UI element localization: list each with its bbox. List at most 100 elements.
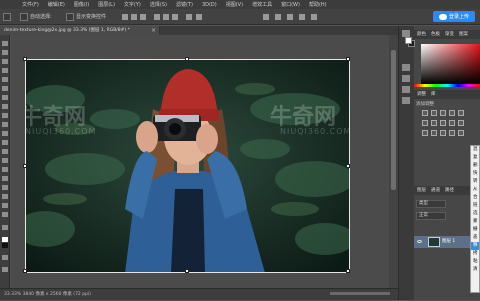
transform-bounding-box[interactable]: [23, 57, 350, 273]
show-transform-checkbox[interactable]: [66, 13, 74, 21]
lasso-tool-icon[interactable]: [2, 59, 8, 64]
menu-layer[interactable]: 图层(L): [98, 1, 115, 8]
menu-file[interactable]: 文件(F): [22, 1, 39, 8]
3d-roll-icon[interactable]: [287, 14, 293, 20]
path-select-tool-icon[interactable]: [2, 185, 8, 190]
menu-edit[interactable]: 编辑(E): [48, 1, 65, 8]
context-menu-item[interactable]: 复: [471, 154, 479, 162]
align-middle-icon[interactable]: [163, 14, 169, 20]
quick-select-tool-icon[interactable]: [2, 68, 8, 73]
3d-mode-icon[interactable]: [263, 14, 269, 20]
context-menu-item[interactable]: 蒙: [471, 218, 479, 226]
layer-name[interactable]: 图层 1: [442, 236, 455, 248]
levels-icon[interactable]: [431, 110, 437, 116]
align-top-icon[interactable]: [154, 14, 160, 20]
healing-tool-icon[interactable]: [2, 95, 8, 100]
curves-icon[interactable]: [440, 110, 446, 116]
tab-patterns[interactable]: 图案: [459, 30, 468, 39]
context-menu-item[interactable]: 选: [471, 210, 479, 218]
background-color-swatch[interactable]: [2, 243, 8, 248]
menu-help[interactable]: 帮助(H): [309, 1, 327, 8]
stamp-tool-icon[interactable]: [2, 113, 8, 118]
invert-icon[interactable]: [422, 130, 428, 136]
3d-pan-icon[interactable]: [299, 14, 305, 20]
transform-handle-top-right[interactable]: [346, 57, 350, 61]
foreground-color-swatch[interactable]: [2, 237, 8, 242]
tab-channels[interactable]: 通道: [431, 186, 440, 195]
properties-icon[interactable]: [402, 64, 410, 71]
eraser-tool-icon[interactable]: [2, 131, 8, 136]
tab-gradients[interactable]: 渐变: [445, 30, 454, 39]
history-icon[interactable]: [402, 30, 410, 37]
align-bottom-icon[interactable]: [172, 14, 178, 20]
eye-icon[interactable]: [417, 240, 422, 243]
threshold-icon[interactable]: [440, 130, 446, 136]
gradient-tool-icon[interactable]: [2, 140, 8, 145]
3d-slide-icon[interactable]: [311, 14, 317, 20]
zoom-tool-icon[interactable]: [2, 212, 8, 217]
context-menu-item[interactable]: 混: [471, 146, 479, 154]
transform-handle-left[interactable]: [23, 164, 27, 168]
context-menu-item[interactable]: 栅: [471, 226, 479, 234]
align-right-icon[interactable]: [140, 14, 146, 20]
hue-saturation-icon[interactable]: [422, 120, 428, 126]
quick-mask-icon[interactable]: [2, 255, 8, 260]
posterize-icon[interactable]: [431, 130, 437, 136]
crop-tool-icon[interactable]: [2, 77, 8, 82]
tab-libraries[interactable]: 库: [431, 90, 436, 99]
tab-color[interactable]: 颜色: [417, 30, 426, 39]
blur-tool-icon[interactable]: [2, 149, 8, 154]
pen-tool-icon[interactable]: [2, 167, 8, 172]
transform-handle-bottom[interactable]: [185, 269, 189, 273]
color-picker-field[interactable]: [421, 44, 480, 84]
tab-swatches[interactable]: 色板: [431, 30, 440, 39]
document-tab[interactable]: denim-texture-king@2x.jpg @ 33.3% (图层 1,…: [0, 26, 160, 35]
context-menu-item[interactable]: 快: [471, 170, 479, 178]
brightness-icon[interactable]: [422, 110, 428, 116]
character-icon[interactable]: [402, 86, 410, 93]
align-left-icon[interactable]: [122, 14, 128, 20]
menu-image[interactable]: 图像(I): [74, 1, 89, 8]
hue-slider[interactable]: [414, 84, 480, 87]
history-brush-tool-icon[interactable]: [2, 122, 8, 127]
context-menu-item-highlighted[interactable]: 释: [471, 242, 479, 250]
context-menu-item[interactable]: 盖: [471, 234, 479, 242]
context-menu-item[interactable]: 删: [471, 162, 479, 170]
paragraph-icon[interactable]: [402, 97, 410, 104]
context-menu-item[interactable]: 拷: [471, 250, 479, 258]
context-menu-item[interactable]: 从: [471, 186, 479, 194]
foreground-swatch[interactable]: [405, 37, 412, 44]
menu-view[interactable]: 视图(V): [226, 1, 243, 8]
photo-filter-icon[interactable]: [449, 120, 455, 126]
close-tab-icon[interactable]: ×: [151, 27, 156, 34]
selective-color-icon[interactable]: [458, 130, 464, 136]
more-tools-icon[interactable]: [2, 225, 8, 230]
menu-3d[interactable]: 3D(D): [202, 2, 217, 8]
eyedropper-tool-icon[interactable]: [2, 86, 8, 91]
menu-select[interactable]: 选择(S): [150, 1, 167, 8]
align-center-icon[interactable]: [131, 14, 137, 20]
channel-mixer-icon[interactable]: [458, 120, 464, 126]
brush-tool-icon[interactable]: [2, 104, 8, 109]
shape-tool-icon[interactable]: [2, 194, 8, 199]
move-tool-icon[interactable]: [2, 41, 8, 46]
brush-settings-icon[interactable]: [402, 75, 410, 82]
black-white-icon[interactable]: [440, 120, 446, 126]
dodge-tool-icon[interactable]: [2, 158, 8, 163]
blend-mode-select[interactable]: 正常: [416, 212, 446, 220]
tab-layers[interactable]: 图层: [417, 186, 426, 195]
transform-handle-bottom-right[interactable]: [346, 269, 350, 273]
screen-mode-icon[interactable]: [2, 267, 8, 272]
login-upload-button[interactable]: 登录上传: [433, 11, 475, 22]
vertical-scroll-thumb[interactable]: [391, 50, 396, 190]
horizontal-scroll-thumb[interactable]: [330, 292, 390, 295]
hand-tool-icon[interactable]: [2, 203, 8, 208]
context-menu-item[interactable]: 合: [471, 194, 479, 202]
context-menu-item[interactable]: 清: [471, 266, 479, 274]
auto-select-checkbox[interactable]: [20, 13, 28, 21]
move-tool-icon[interactable]: [3, 13, 11, 21]
transform-handle-top-left[interactable]: [23, 57, 27, 61]
vibrance-icon[interactable]: [458, 110, 464, 116]
layer-kind-filter[interactable]: 类型: [416, 200, 446, 208]
transform-handle-bottom-left[interactable]: [23, 269, 27, 273]
